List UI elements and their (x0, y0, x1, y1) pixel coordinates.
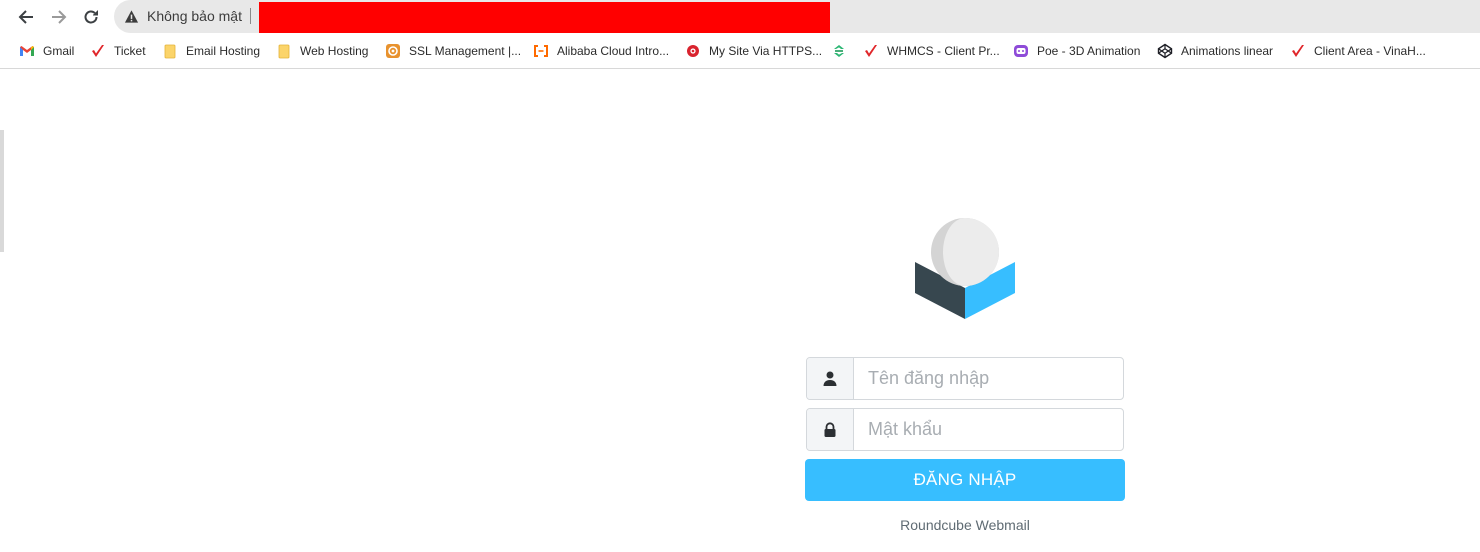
reload-icon (84, 10, 98, 24)
address-bar[interactable]: Không bảo mật (114, 0, 1480, 33)
red-check-icon (90, 43, 106, 59)
product-name: Roundcube Webmail (900, 517, 1030, 533)
gmail-icon (19, 43, 35, 59)
bookmark-label: Alibaba Cloud Intro... (557, 44, 670, 58)
ssl-icon (385, 43, 401, 59)
red-check-icon (1290, 43, 1306, 59)
bookmark-label: Gmail (43, 44, 75, 58)
bookmark-green-site[interactable] (831, 42, 855, 60)
codepen-icon (1157, 43, 1173, 59)
bookmark-client-area[interactable]: Client Area - VinaH... (1290, 42, 1426, 60)
bookmark-poe[interactable]: Poe - 3D Animation (1013, 42, 1140, 60)
username-addon (807, 358, 854, 399)
bookmark-label: Ticket (114, 44, 146, 58)
alibaba-icon (533, 43, 549, 59)
password-input[interactable] (854, 409, 1123, 450)
username-field (806, 357, 1124, 400)
green-logo-icon (831, 43, 847, 59)
red-check-icon (863, 43, 879, 59)
bookmark-label: Email Hosting (186, 44, 261, 58)
bookmark-web-hosting[interactable]: Web Hosting (276, 42, 368, 60)
bookmark-label: Poe - 3D Animation (1037, 44, 1141, 58)
bookmark-label: Client Area - VinaH... (1314, 44, 1426, 58)
password-addon (807, 409, 854, 450)
bookmark-email-hosting[interactable]: Email Hosting (162, 42, 260, 60)
red-circle-icon (685, 43, 701, 59)
bookmark-gmail[interactable]: Gmail (19, 42, 74, 60)
bookmark-label: WHMCS - Client Pr... (887, 44, 1000, 58)
back-arrow-icon (18, 10, 33, 24)
bookmark-whmcs[interactable]: WHMCS - Client Pr... (863, 42, 1000, 60)
bookmark-label: SSL Management |... (409, 44, 522, 58)
folder-icon (162, 43, 178, 59)
browser-toolbar: Không bảo mật (0, 0, 1480, 34)
poe-icon (1013, 43, 1029, 59)
bookmark-my-site[interactable]: My Site Via HTTPS... (685, 42, 822, 60)
warning-triangle-icon (124, 9, 139, 23)
lock-icon (824, 422, 836, 437)
back-button[interactable] (13, 4, 39, 30)
username-input[interactable] (854, 358, 1123, 399)
omnibox-divider (249, 8, 251, 24)
bookmark-ssl-management[interactable]: SSL Management |... (385, 42, 521, 60)
bookmark-label: My Site Via HTTPS... (709, 44, 823, 58)
bookmark-animations-linear[interactable]: Animations linear (1157, 42, 1273, 60)
user-icon (823, 371, 837, 386)
forward-arrow-icon (52, 10, 67, 24)
bookmark-ticket[interactable]: Ticket (90, 42, 146, 60)
security-indicator[interactable]: Không bảo mật (124, 8, 251, 24)
roundcube-logo-icon (915, 218, 1015, 319)
login-button[interactable]: ĐĂNG NHẬP (805, 459, 1125, 501)
forward-button[interactable] (46, 4, 72, 30)
bookmark-label: Animations linear (1181, 44, 1274, 58)
bookmarks-bar: Gmail Ticket Email Hosting Web Hosting S… (0, 34, 1480, 69)
security-label: Không bảo mật (147, 8, 242, 24)
bookmark-label: Web Hosting (300, 44, 369, 58)
password-field (806, 408, 1124, 451)
reload-button[interactable] (78, 4, 104, 30)
page-content: ĐĂNG NHẬP Roundcube Webmail (0, 70, 1480, 552)
url-redacted-block[interactable] (259, 2, 830, 33)
bookmark-alibaba-cloud[interactable]: Alibaba Cloud Intro... (533, 42, 669, 60)
left-edge-scroll-marker (0, 130, 4, 252)
folder-icon (276, 43, 292, 59)
